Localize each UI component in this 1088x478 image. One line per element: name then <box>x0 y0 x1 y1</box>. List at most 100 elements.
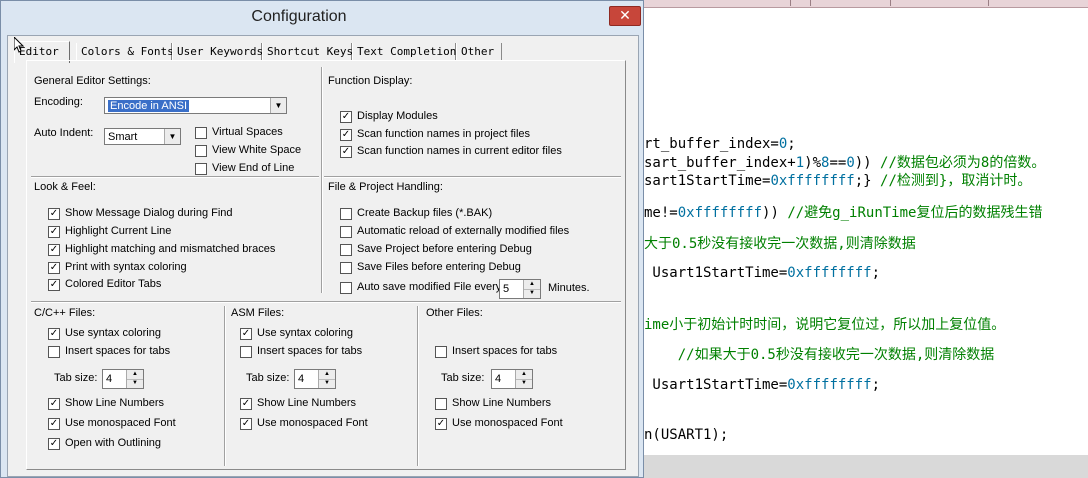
checkbox-icon[interactable] <box>340 208 352 220</box>
chevron-down-icon[interactable]: ▼ <box>270 98 286 113</box>
asm-tab-size-spinner[interactable]: 4 ▲ ▼ <box>294 369 336 389</box>
tab-shortcut-keys[interactable]: Shortcut Keys <box>262 43 353 61</box>
code-token: me!= <box>644 205 678 221</box>
cpp-syntax-coloring-checkbox[interactable]: ✓ Use syntax coloring <box>48 327 161 341</box>
scan-project-files-checkbox[interactable]: ✓ Scan function names in project files <box>340 128 530 142</box>
vertical-divider <box>417 306 419 466</box>
tab-other[interactable]: Other <box>456 43 502 61</box>
other-tab-size-label: Tab size: <box>441 372 485 384</box>
checkbox-icon[interactable] <box>240 346 252 358</box>
other-insert-spaces-checkbox[interactable]: Insert spaces for tabs <box>435 345 557 359</box>
highlight-braces-checkbox[interactable]: ✓ Highlight matching and mismatched brace… <box>48 243 275 257</box>
auto-reload-checkbox[interactable]: Automatic reload of externally modified … <box>340 225 569 239</box>
display-modules-checkbox[interactable]: ✓ Display Modules <box>340 110 438 124</box>
checkbox-icon[interactable] <box>435 398 447 410</box>
code-line[interactable]: rt_buffer_index=0; <box>644 136 796 152</box>
code-line[interactable]: sart_buffer_index+1)%8==0)) //数据包必须为8的倍数… <box>644 152 1045 172</box>
editor-tab[interactable] <box>790 0 811 6</box>
encoding-select[interactable]: Encode in ANSI ▼ <box>104 97 287 114</box>
editor-tab[interactable] <box>640 0 791 6</box>
cpp-line-numbers-checkbox[interactable]: ✓ Show Line Numbers <box>48 397 164 411</box>
highlight-current-line-checkbox[interactable]: ✓ Highlight Current Line <box>48 225 171 239</box>
checkbox-icon[interactable]: ✓ <box>48 244 60 256</box>
show-message-dialog-checkbox[interactable]: ✓ Show Message Dialog during Find <box>48 207 233 221</box>
asm-line-numbers-checkbox[interactable]: ✓ Show Line Numbers <box>240 397 356 411</box>
code-line[interactable]: 大于0.5秒没有接收完一次数据,则清除数据 <box>644 233 916 253</box>
checkbox-icon[interactable] <box>195 145 207 157</box>
create-backup-checkbox[interactable]: Create Backup files (*.BAK) <box>340 207 492 221</box>
checkbox-icon[interactable]: ✓ <box>48 398 60 410</box>
checkbox-icon[interactable]: ✓ <box>48 418 60 430</box>
close-button[interactable]: ✕ <box>609 6 641 26</box>
checkbox-icon[interactable] <box>340 244 352 256</box>
cpp-tab-size-spinner[interactable]: 4 ▲ ▼ <box>102 369 144 389</box>
title-bar[interactable]: Configuration ✕ <box>1 1 643 35</box>
tab-text-completion[interactable]: Text Completion <box>352 43 456 61</box>
chevron-down-icon[interactable]: ▼ <box>164 129 180 144</box>
view-white-space-checkbox[interactable]: View White Space <box>195 144 301 158</box>
checkbox-icon[interactable] <box>340 262 352 274</box>
editor-tab[interactable] <box>890 0 989 6</box>
checkbox-icon[interactable] <box>340 282 352 294</box>
code-line[interactable]: sart1StartTime=0xffffffff;} //检测到}，取消计时。 <box>644 170 1031 190</box>
asm-insert-spaces-checkbox[interactable]: Insert spaces for tabs <box>240 345 362 359</box>
code-token: )) <box>762 205 788 221</box>
checkbox-icon[interactable] <box>435 346 447 358</box>
code-area[interactable]: rt_buffer_index=0; sart_buffer_index+1)%8… <box>644 130 1088 450</box>
checkbox-icon[interactable] <box>195 127 207 139</box>
tab-user-keywords[interactable]: User Keywords <box>172 43 263 61</box>
checkbox-label: Highlight Current Line <box>65 225 172 237</box>
other-monospaced-checkbox[interactable]: ✓ Use monospaced Font <box>435 417 563 431</box>
editor-tab[interactable] <box>810 0 891 6</box>
checkbox-icon[interactable] <box>340 226 352 238</box>
code-token: 0xffffffff <box>677 205 763 221</box>
asm-syntax-coloring-checkbox[interactable]: ✓ Use syntax coloring <box>240 327 353 341</box>
checkbox-icon[interactable] <box>48 346 60 358</box>
asm-monospaced-checkbox[interactable]: ✓ Use monospaced Font <box>240 417 368 431</box>
checkbox-icon[interactable]: ✓ <box>48 438 60 450</box>
auto-save-minutes-spinner[interactable]: 5 ▲ ▼ <box>499 279 541 299</box>
checkbox-icon[interactable] <box>195 163 207 175</box>
checkbox-icon[interactable]: ✓ <box>240 418 252 430</box>
spin-down-icon[interactable]: ▼ <box>524 289 540 298</box>
colored-editor-tabs-checkbox[interactable]: ✓ Colored Editor Tabs <box>48 278 161 292</box>
spin-down-icon[interactable]: ▼ <box>516 379 532 388</box>
code-line[interactable]: n(USART1); <box>644 427 728 443</box>
print-syntax-coloring-checkbox[interactable]: ✓ Print with syntax coloring <box>48 261 187 275</box>
code-line[interactable]: me!=0xffffffff)) //避免g_iRunTime复位后的数据残生错 <box>644 202 1042 222</box>
checkbox-icon[interactable]: ✓ <box>48 208 60 220</box>
save-project-debug-checkbox[interactable]: Save Project before entering Debug <box>340 243 532 257</box>
checkbox-icon[interactable]: ✓ <box>240 398 252 410</box>
checkbox-icon[interactable]: ✓ <box>340 129 352 141</box>
scan-editor-files-checkbox[interactable]: ✓ Scan function names in current editor f… <box>340 145 562 159</box>
virtual-spaces-checkbox[interactable]: Virtual Spaces <box>195 126 283 140</box>
cpp-insert-spaces-checkbox[interactable]: Insert spaces for tabs <box>48 345 170 359</box>
code-line[interactable]: Usart1StartTime=0xffffffff; <box>644 377 880 393</box>
code-token: 1 <box>795 155 805 171</box>
spinner-buttons: ▲ ▼ <box>318 370 335 388</box>
tab-colors-fonts[interactable]: Colors & Fonts <box>76 43 174 61</box>
auto-indent-label: Auto Indent: <box>34 127 94 139</box>
checkbox-label: Insert spaces for tabs <box>65 345 171 357</box>
code-line[interactable]: Usart1StartTime=0xffffffff; <box>644 265 880 281</box>
checkbox-icon[interactable]: ✓ <box>48 328 60 340</box>
checkbox-icon[interactable]: ✓ <box>340 146 352 158</box>
cpp-outlining-checkbox[interactable]: ✓ Open with Outlining <box>48 437 161 451</box>
checkbox-icon[interactable]: ✓ <box>48 262 60 274</box>
code-line[interactable]: ime小于初始计时时间，说明它复位过，所以加上复位值。 <box>644 314 1005 334</box>
checkbox-icon[interactable]: ✓ <box>240 328 252 340</box>
cpp-monospaced-checkbox[interactable]: ✓ Use monospaced Font <box>48 417 176 431</box>
checkbox-icon[interactable]: ✓ <box>48 279 60 291</box>
other-line-numbers-checkbox[interactable]: Show Line Numbers <box>435 397 551 411</box>
checkbox-icon[interactable]: ✓ <box>435 418 447 430</box>
checkbox-icon[interactable]: ✓ <box>340 111 352 123</box>
spin-down-icon[interactable]: ▼ <box>319 379 335 388</box>
checkbox-icon[interactable]: ✓ <box>48 226 60 238</box>
code-line[interactable]: //如果大于0.5秒没有接收完一次数据,则清除数据 <box>644 344 995 364</box>
auto-indent-select[interactable]: Smart ▼ <box>104 128 181 145</box>
auto-save-checkbox[interactable]: Auto save modified File every <box>340 281 501 295</box>
spin-down-icon[interactable]: ▼ <box>127 379 143 388</box>
other-tab-size-spinner[interactable]: 4 ▲ ▼ <box>491 369 533 389</box>
view-end-of-line-checkbox[interactable]: View End of Line <box>195 162 294 176</box>
save-files-debug-checkbox[interactable]: Save Files before entering Debug <box>340 261 521 275</box>
